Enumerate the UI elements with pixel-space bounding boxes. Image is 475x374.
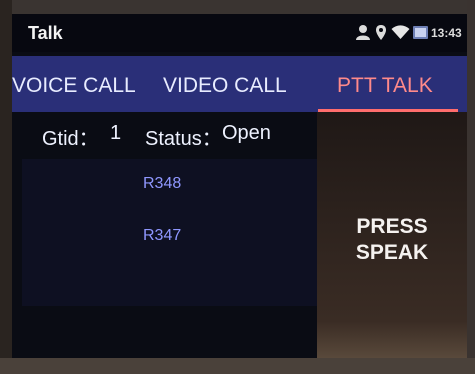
app-title: Talk [28,23,63,43]
gtid-label: Gtid： [42,128,99,150]
wifi-icon [391,24,410,45]
device-bezel-right [467,0,475,374]
tab-bar: VOICE CALL VIDEO CALL PTT TALK [12,56,467,112]
status-bar: Talk 13:43 [12,14,467,52]
press-speak-line2: SPEAK [355,241,429,264]
member-item[interactable]: R347 [143,227,181,245]
device-screen: Talk 13:43 VOICE CALL VIDEO CALL PTT TAL… [12,14,467,358]
gtid-value: 1 [110,122,122,144]
press-speak-button[interactable]: PRESS SPEAK [337,214,447,266]
status-label: Status： [145,128,222,150]
tab-ptt-talk[interactable]: PTT TALK [337,74,433,98]
location-icon [375,24,387,46]
device-bezel-left [0,0,12,374]
status-value: Open [222,122,271,144]
device-bezel-top [0,0,475,14]
tab-video-call[interactable]: VIDEO CALL [163,74,287,98]
status-time: 13:43 [431,26,462,40]
person-icon [355,24,371,46]
device-bezel-bottom [0,358,475,374]
battery-icon [413,26,428,44]
tab-voice-call[interactable]: VOICE CALL [12,74,136,98]
press-speak-line1: PRESS [356,215,428,238]
member-item[interactable]: R348 [143,175,181,193]
